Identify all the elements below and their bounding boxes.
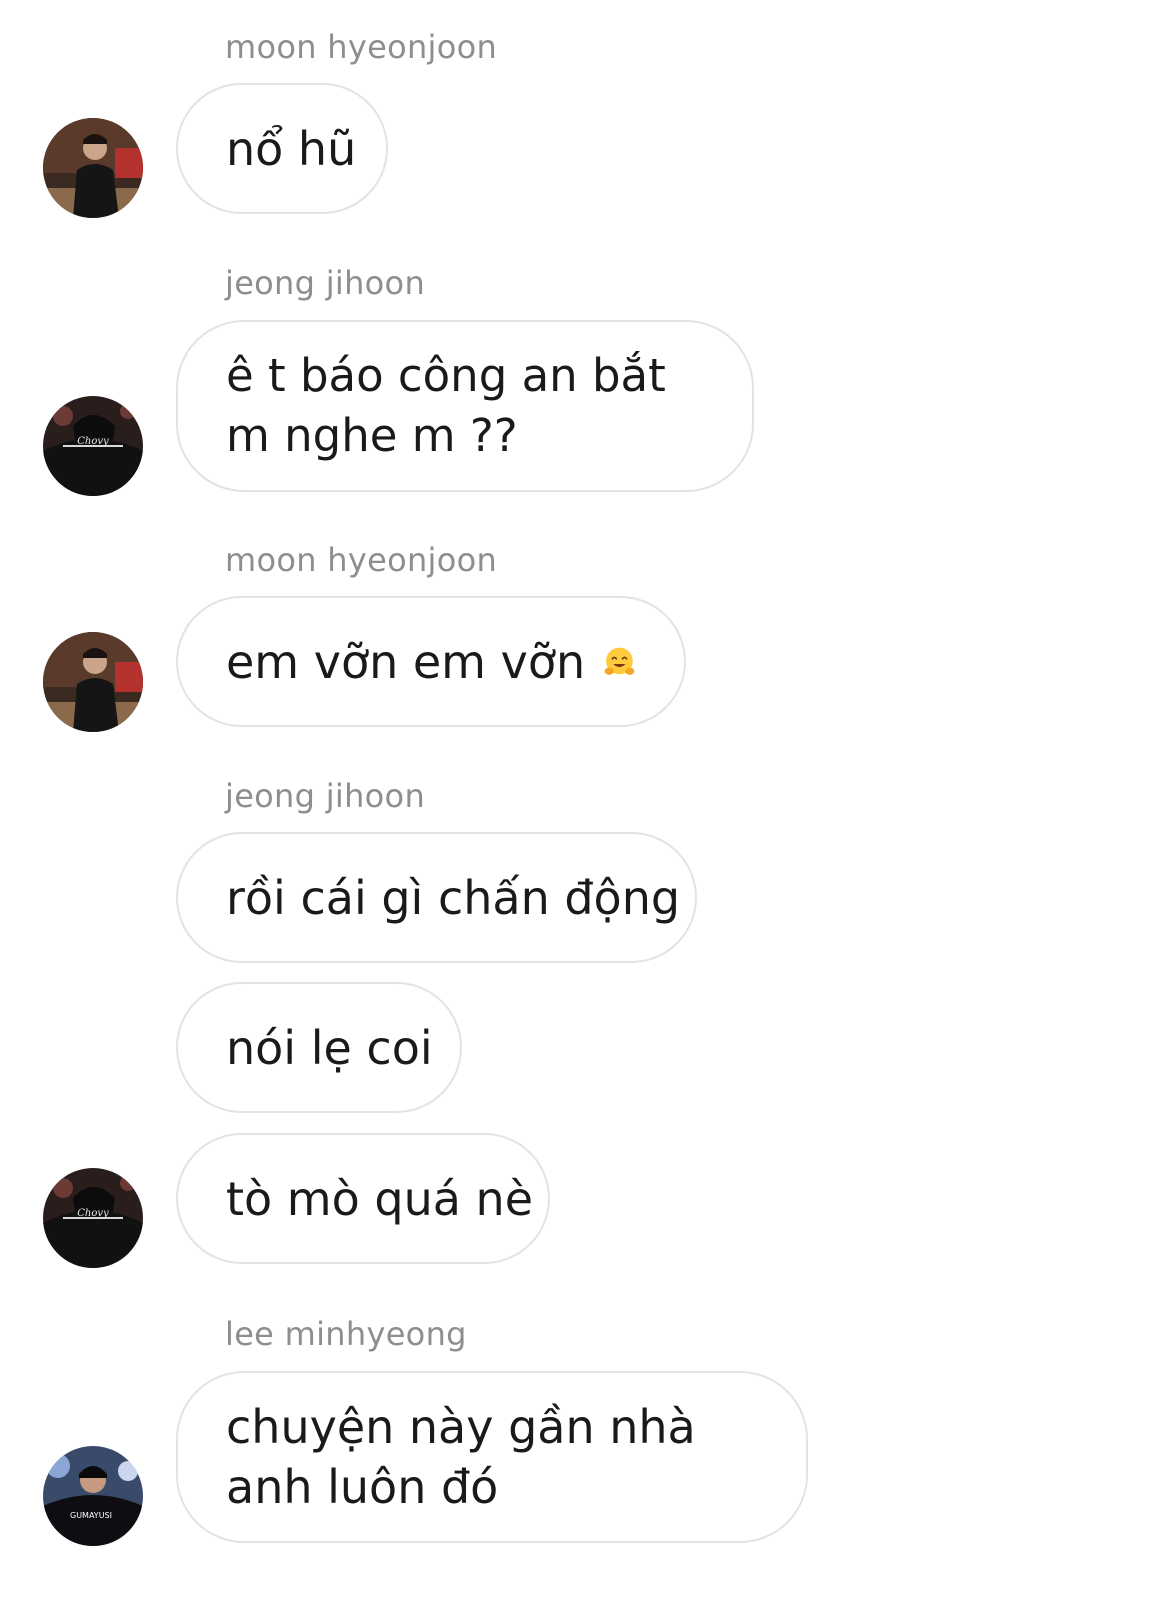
message-bubble[interactable]: nổ hũ [176, 83, 388, 214]
avatar-jersey-text: Chovy [77, 436, 109, 447]
avatar-jeong-jihoon[interactable]: Chovy [43, 396, 143, 496]
avatar-photo-jeong: Chovy [43, 396, 143, 496]
sender-name: lee minhyeong [225, 1315, 467, 1353]
message-bubble[interactable]: nói lẹ coi [176, 982, 462, 1113]
message-bubble[interactable]: ê t báo công an bắt m nghe m ?? [176, 320, 754, 492]
message-text: nói lẹ coi [226, 1020, 433, 1075]
sender-name: moon hyeonjoon [225, 28, 498, 66]
message-bubble[interactable]: em vỡn em vỡn [176, 596, 686, 727]
avatar-photo-lee: GUMAYUSI [43, 1446, 143, 1546]
avatar-jersey-text: Chovy [77, 1208, 109, 1219]
avatar-photo-jeong: Chovy [43, 1168, 143, 1268]
message-bubble[interactable]: rồi cái gì chấn động [176, 832, 697, 963]
avatar-photo-moon [43, 118, 143, 218]
avatar-lee-minhyeong[interactable]: GUMAYUSI [43, 1446, 143, 1546]
sender-name: jeong jihoon [225, 264, 426, 302]
avatar-jeong-jihoon[interactable]: Chovy [43, 1168, 143, 1268]
sender-name: moon hyeonjoon [225, 541, 498, 579]
message-text: rồi cái gì chấn động [226, 870, 681, 925]
message-text: ê t báo công an bắt m nghe m ?? [226, 349, 666, 462]
sender-name: jeong jihoon [225, 777, 426, 815]
message-text: chuyện này gần nhà anh luôn đó [226, 1400, 696, 1514]
message-text: nổ hũ [226, 121, 357, 176]
message-bubble[interactable]: tò mò quá nè [176, 1133, 550, 1264]
avatar-moon-hyeonjoon[interactable] [43, 632, 143, 732]
avatar-jersey-text: GUMAYUSI [70, 1511, 112, 1520]
message-text: em vỡn em vỡn [226, 634, 586, 689]
message-text: tò mò quá nè [226, 1171, 533, 1226]
avatar-photo-moon [43, 632, 143, 732]
chat-thread: moon hyeonjoon nổ hũ jeong jihoon Chovy … [0, 0, 1170, 1619]
avatar-moon-hyeonjoon[interactable] [43, 118, 143, 218]
message-bubble[interactable]: chuyện này gần nhà anh luôn đó [176, 1371, 808, 1543]
hugging-face-emoji [604, 647, 635, 675]
